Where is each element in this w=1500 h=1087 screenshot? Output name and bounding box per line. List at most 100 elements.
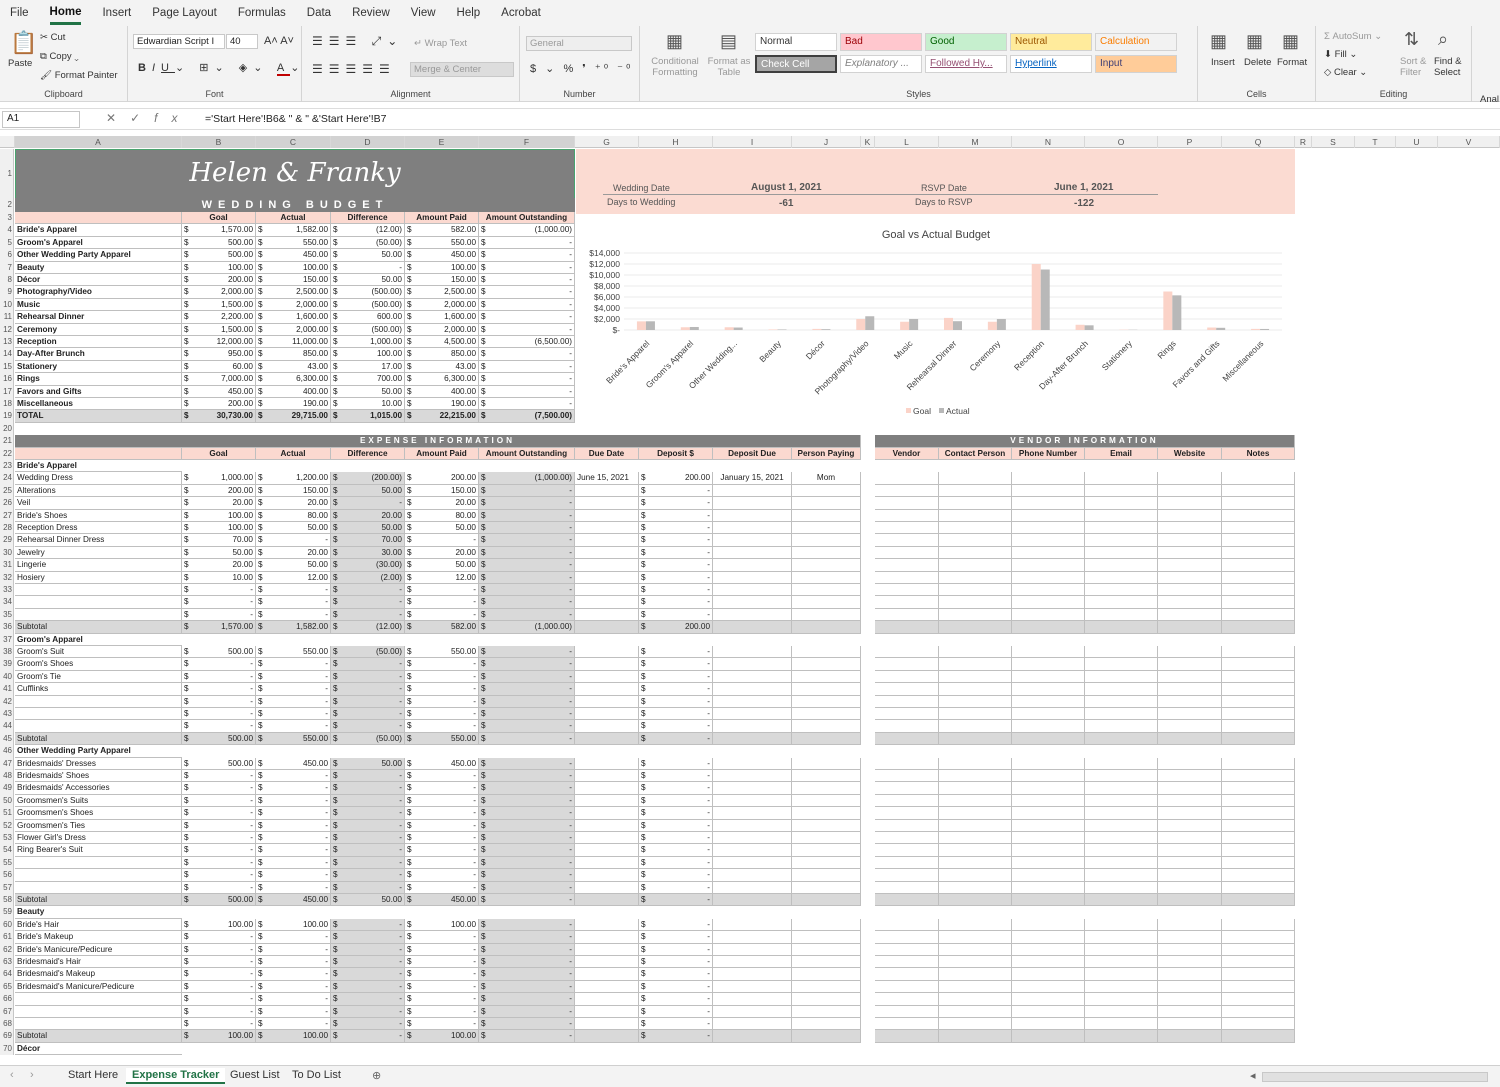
bar-actual[interactable] (953, 321, 962, 330)
vendor-cell[interactable] (1012, 993, 1085, 1006)
actual-value[interactable]: $ - (256, 658, 331, 671)
deposit-due[interactable]: January 15, 2021 (713, 472, 792, 485)
deposit-due[interactable] (713, 646, 792, 659)
vendor-cell[interactable] (1222, 484, 1295, 498)
expense-item[interactable] (15, 1018, 182, 1031)
row-header[interactable]: 12 (0, 323, 14, 336)
summary-value[interactable]: $450.00 (405, 249, 479, 262)
paid-value[interactable]: $ - (405, 819, 479, 832)
vendor-cell[interactable] (1222, 980, 1295, 994)
format-cells-icon[interactable]: ▦ (1282, 32, 1299, 50)
vendor-cell[interactable] (875, 794, 939, 808)
expense-item[interactable] (15, 1005, 182, 1018)
tab-expense-tracker[interactable]: Expense Tracker (126, 1068, 226, 1084)
vendor-cell[interactable] (939, 918, 1012, 932)
person-paying[interactable] (792, 956, 861, 969)
row-header[interactable]: 11 (0, 311, 14, 324)
vendor-cell[interactable] (875, 782, 939, 795)
row-header[interactable]: 25 (0, 484, 14, 498)
goal-value[interactable]: $20.00 (182, 559, 256, 572)
summary-value[interactable]: $ (50.00) (331, 236, 405, 250)
total-value[interactable]: $1,015.00 (331, 410, 405, 423)
row-header[interactable]: 40 (0, 670, 14, 684)
vendor-cell[interactable] (1222, 931, 1295, 944)
due-date[interactable] (575, 881, 639, 894)
bar-actual[interactable] (733, 327, 743, 330)
deposit-value[interactable]: $ - (639, 720, 713, 733)
vendor-subtotal-cell[interactable] (1222, 621, 1295, 634)
column-header-b[interactable]: B (182, 136, 256, 148)
vendor-cell[interactable] (1012, 1005, 1085, 1018)
difference-value[interactable]: $ (2.00) (331, 571, 405, 584)
due-date[interactable] (575, 807, 639, 820)
vendor-cell[interactable] (1158, 720, 1222, 733)
difference-value[interactable]: $20.00 (331, 509, 405, 522)
fill-button[interactable]: ⬇ Fill ⌄ (1324, 49, 1357, 60)
expense-item[interactable]: Veil (15, 497, 182, 510)
vendor-cell[interactable] (1222, 695, 1295, 708)
vendor-cell[interactable] (875, 546, 939, 560)
column-header-p[interactable]: P (1158, 136, 1222, 148)
row-header[interactable]: 44 (0, 720, 14, 733)
vendor-cell[interactable] (1158, 683, 1222, 696)
person-paying[interactable] (792, 670, 861, 684)
vendor-cell[interactable] (1085, 943, 1158, 956)
row-header[interactable]: 33 (0, 584, 14, 597)
expense-item[interactable]: Wedding Dress (15, 472, 182, 485)
outstanding-value[interactable]: $ - (479, 522, 575, 535)
vendor-subtotal-cell[interactable] (1085, 1030, 1158, 1043)
bar-goal[interactable] (1031, 264, 1041, 330)
vendor-cell[interactable] (939, 522, 1012, 535)
difference-value[interactable]: $ - (331, 1018, 405, 1031)
summary-value[interactable]: $ - (479, 323, 575, 336)
summary-value[interactable]: $190.00 (256, 398, 331, 411)
person-paying[interactable] (792, 832, 861, 845)
subtotal-blank[interactable] (792, 621, 861, 634)
expense-header[interactable]: Amount Outstanding (479, 447, 575, 460)
deposit-due[interactable] (713, 608, 792, 622)
difference-value[interactable]: $50.00 (331, 757, 405, 770)
actual-value[interactable]: $ - (256, 956, 331, 969)
vendor-cell[interactable] (1085, 497, 1158, 510)
vendor-cell[interactable] (1085, 869, 1158, 882)
summary-value[interactable]: $582.00 (405, 224, 479, 237)
summary-value[interactable]: $ - (479, 249, 575, 262)
vendor-cell[interactable] (1158, 670, 1222, 684)
expense-header[interactable]: Due Date (575, 447, 639, 460)
vendor-cell[interactable] (1012, 794, 1085, 808)
subtotal-blank[interactable] (713, 732, 792, 746)
goal-value[interactable]: $ - (182, 819, 256, 832)
actual-value[interactable]: $ - (256, 708, 331, 721)
vendor-cell[interactable] (1222, 683, 1295, 696)
column-header-g[interactable]: G (575, 136, 639, 148)
expense-item[interactable]: Bridesmaid's Manicure/Pedicure (15, 980, 182, 994)
vendor-cell[interactable] (1158, 522, 1222, 535)
delete-cells-icon[interactable]: ▦ (1246, 32, 1263, 50)
goal-value[interactable]: $1,000.00 (182, 472, 256, 485)
subtotal-label[interactable]: Subtotal (15, 621, 182, 634)
bar-goal[interactable] (856, 319, 866, 330)
vendor-cell[interactable] (1222, 832, 1295, 845)
formula-input[interactable]: ='Start Here'!B6& " & " &'Start Here'!B7 (205, 113, 387, 125)
actual-value[interactable]: $ - (256, 1018, 331, 1031)
vendor-cell[interactable] (1222, 497, 1295, 510)
outstanding-value[interactable]: $ - (479, 546, 575, 560)
row-header[interactable]: 8 (0, 274, 14, 287)
deposit-value[interactable]: $ - (639, 1018, 713, 1031)
column-header-n[interactable]: N (1012, 136, 1085, 148)
bar-actual[interactable] (821, 329, 831, 330)
vendor-cell[interactable] (1158, 571, 1222, 584)
summary-value[interactable]: $1,570.00 (182, 224, 256, 237)
vendor-cell[interactable] (1085, 546, 1158, 560)
due-date[interactable]: June 15, 2021 (575, 472, 639, 485)
expense-item[interactable] (15, 596, 182, 609)
due-date[interactable] (575, 646, 639, 659)
vendor-cell[interactable] (1012, 670, 1085, 684)
due-date[interactable] (575, 497, 639, 510)
name-box[interactable]: A1 (2, 111, 80, 128)
style-input[interactable]: Input (1095, 55, 1177, 73)
row-header[interactable]: 7 (0, 261, 14, 274)
deposit-due[interactable] (713, 670, 792, 684)
expense-item[interactable]: Bridesmaids' Accessories (15, 782, 182, 795)
vendor-cell[interactable] (1012, 646, 1085, 659)
